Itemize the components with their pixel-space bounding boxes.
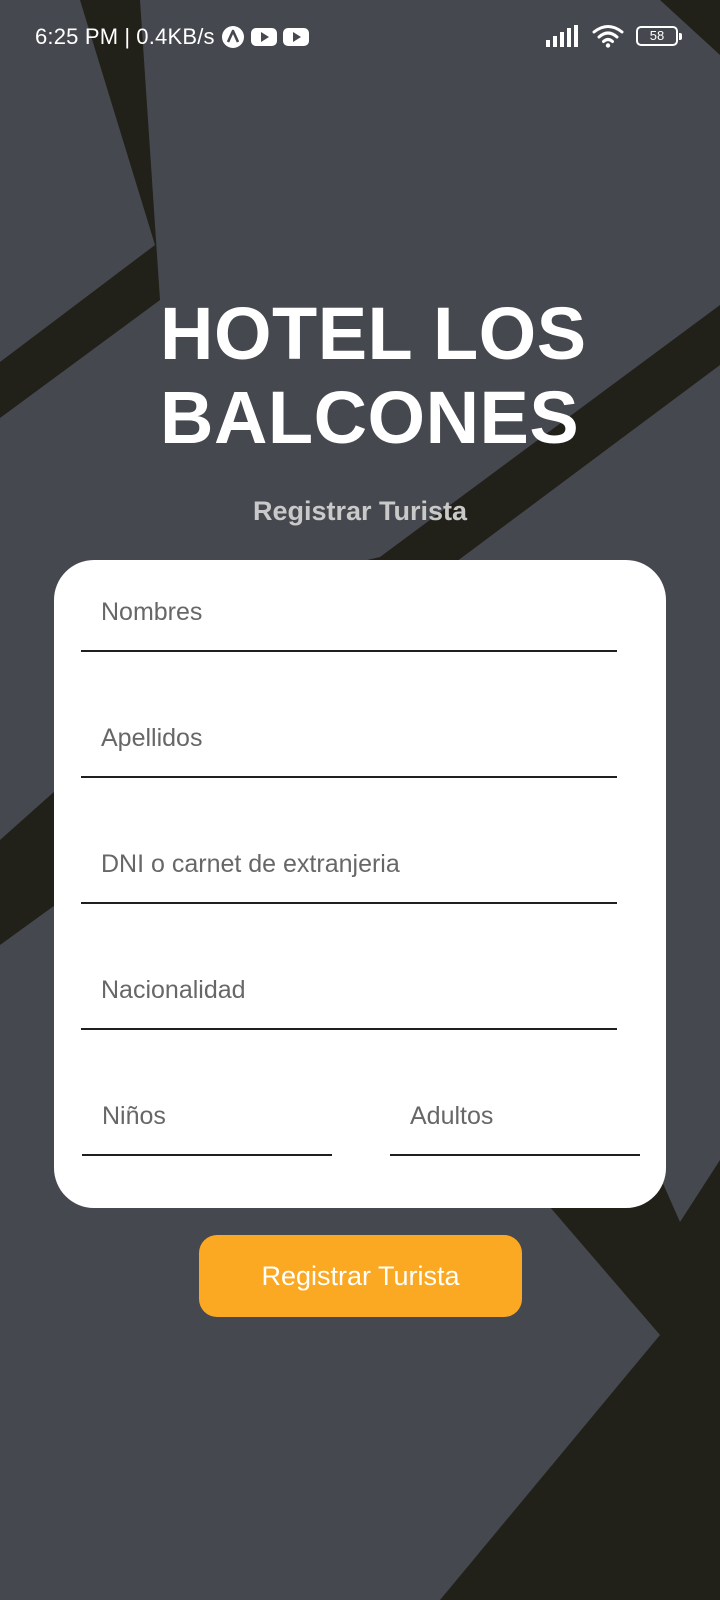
dni-field[interactable]: DNI o carnet de extranjeria	[81, 828, 617, 904]
status-bar: 6:25 PM | 0.4KB/s 58	[0, 0, 720, 78]
nombres-placeholder: Nombres	[101, 598, 203, 626]
ninos-field[interactable]: Niños	[82, 1080, 332, 1156]
adultos-field[interactable]: Adultos	[390, 1080, 640, 1156]
status-time: 6:25 PM	[35, 24, 119, 49]
app-a-icon	[221, 26, 244, 48]
notification-icons	[221, 25, 309, 49]
ninos-placeholder: Niños	[102, 1102, 166, 1130]
status-right: 58	[546, 24, 682, 48]
battery-icon: 58	[636, 26, 682, 46]
youtube-icon	[282, 28, 309, 46]
signal-icon	[546, 25, 578, 47]
register-tourist-button[interactable]: Registrar Turista	[199, 1235, 522, 1317]
apellidos-field[interactable]: Apellidos	[81, 702, 617, 778]
registration-form-card: Nombres Apellidos DNI o carnet de extran…	[54, 560, 666, 1208]
nacionalidad-field[interactable]: Nacionalidad	[81, 954, 617, 1030]
dni-placeholder: DNI o carnet de extranjeria	[101, 850, 400, 878]
register-tourist-button-label: Registrar Turista	[261, 1260, 460, 1291]
apellidos-placeholder: Apellidos	[101, 724, 203, 752]
page-subtitle: Registrar Turista	[252, 496, 468, 526]
youtube-icon	[250, 28, 277, 46]
status-left: 6:25 PM | 0.4KB/s	[35, 24, 309, 50]
nacionalidad-placeholder: Nacionalidad	[101, 976, 246, 1004]
adultos-placeholder: Adultos	[410, 1102, 494, 1130]
hotel-title: HOTEL LOS BALCONES	[160, 292, 587, 459]
network-speed: 0.4KB/s	[136, 24, 215, 49]
nombres-field[interactable]: Nombres	[81, 576, 617, 652]
status-separator: |	[124, 24, 131, 49]
battery-level: 58	[649, 28, 665, 43]
app-screen: 6:25 PM | 0.4KB/s 58 HOTEL LOS BALCONES …	[0, 0, 720, 1600]
wifi-icon	[592, 25, 624, 48]
